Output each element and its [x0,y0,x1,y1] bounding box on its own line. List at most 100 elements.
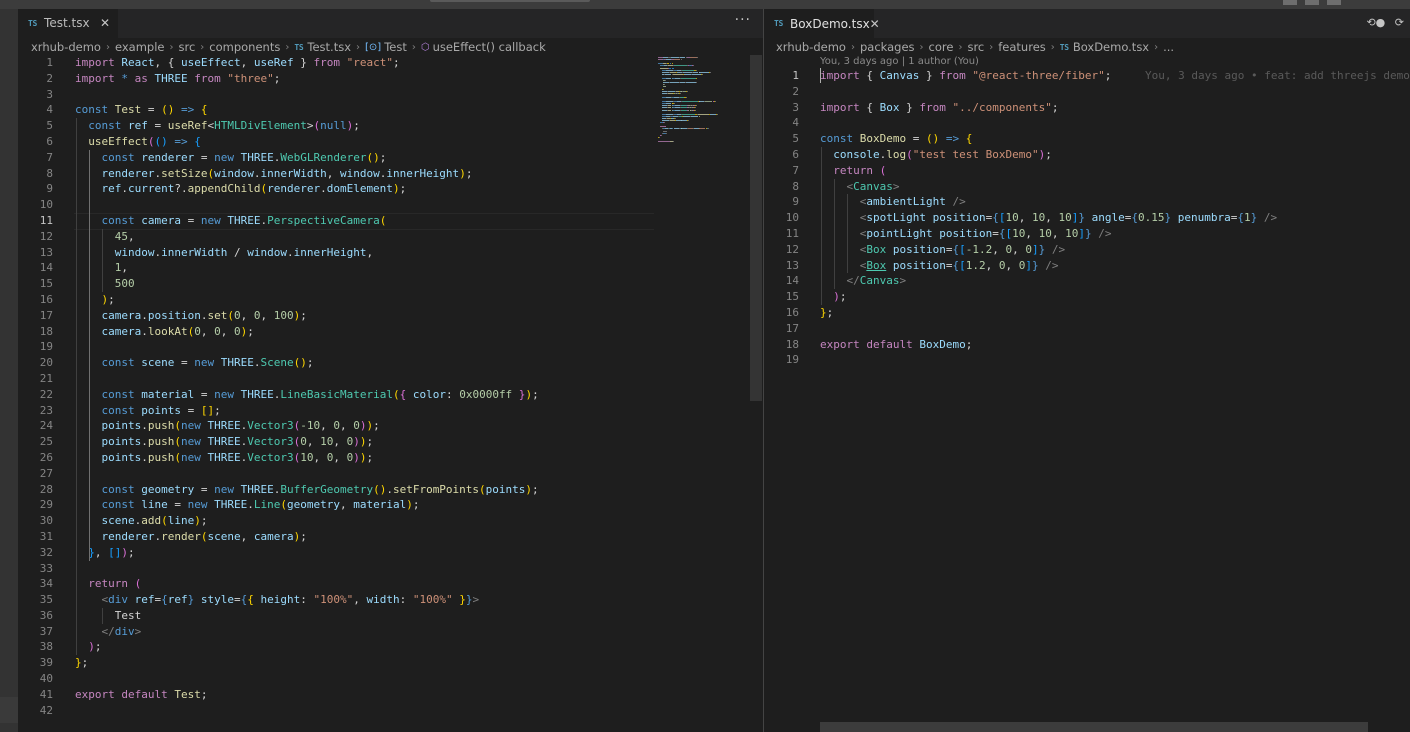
breadcrumb-item[interactable]: components [209,40,280,54]
line-number: 24 [39,419,53,433]
more-actions-icon[interactable]: ··· [735,12,751,28]
line-number: 14 [39,261,53,275]
line-number: 22 [39,387,53,401]
minimap-stripe [674,103,676,105]
line-number: 40 [39,672,53,686]
code-text: ); [101,292,115,306]
minimap-stripe [692,73,702,75]
code-text: 500 [114,277,135,291]
line-number: 34 [39,577,53,591]
line-number: 15 [39,277,53,291]
breadcrumb-item[interactable]: ... [1163,40,1174,54]
tab-label: BoxDemo.tsx [790,16,870,31]
breadcrumb-item[interactable]: packages [860,40,915,54]
minimap-stripe [664,122,666,124]
minimap-stripe [671,63,673,65]
code-text: <Box position={[-1.2, 0, 0]} /> [859,242,1066,256]
code-text: points.push(new THREE.Vector3(10, 0, 0))… [101,450,374,464]
indent-guide [821,147,822,305]
line-number: 2 [792,84,799,98]
code-text: </div> [101,624,142,638]
breadcrumb-item[interactable]: useEffect() callback [433,40,546,54]
codelens-blame[interactable]: You, 3 days ago | 1 author (You) [820,56,979,67]
line-number: 12 [785,242,799,256]
minimap-stripe [683,71,693,73]
breadcrumb-item[interactable]: features [998,40,1046,54]
chevron-right-icon: › [200,41,205,53]
code-text: <spotLight position={[10, 10, 10]} angle… [859,211,1278,225]
code-text: renderer.setSize(window.innerWidth, wind… [101,166,473,180]
line-number: 19 [39,340,53,354]
minimap-stripe [662,88,664,90]
minimap-stripe [707,128,709,130]
indent-guide [834,178,835,290]
activity-item-selected[interactable] [0,697,18,723]
minimap-stripe [661,71,669,73]
minimap-stripe [702,73,703,75]
minimap-stripe [668,67,671,69]
code-text: <Box position={[1.2, 0, 0]} /> [859,258,1059,272]
minimap-stripe [663,130,667,132]
line-number: 14 [785,274,799,288]
breadcrumb-item[interactable]: example [115,40,165,54]
line-number: 27 [39,466,53,480]
tab-test-tsx[interactable]: TS Test.tsx ✕ [18,9,118,38]
close-icon[interactable]: ✕ [870,17,880,31]
code-text: window.innerWidth / window.innerHeight, [114,245,374,259]
code-text: const camera = new THREE.PerspectiveCame… [101,213,387,227]
typescript-icon: TS [28,18,38,28]
breadcrumb-item[interactable]: src [967,40,984,54]
minimap-stripe [665,80,667,82]
tab-boxdemo-tsx[interactable]: TS BoxDemo.tsx ✕ [764,9,880,38]
minimap-stripe [666,132,667,134]
code-text: </Canvas> [846,274,907,288]
code-text: points.push(new THREE.Vector3(-10, 0, 0)… [101,419,380,433]
code-text: const geometry = new THREE.BufferGeometr… [101,482,539,496]
breadcrumb-item[interactable]: xrhub-demo [776,40,846,54]
line-number: 1 [792,69,799,82]
minimap-stripe [667,63,669,65]
breadcrumb-item[interactable]: core [929,40,954,54]
minimap-stripe [664,84,666,86]
revert-icon[interactable]: ⟳ [1395,16,1404,29]
close-icon[interactable]: ✕ [100,16,110,30]
layout-control-icon[interactable] [1327,0,1341,5]
breadcrumb-item[interactable]: src [178,40,195,54]
indent-guide [102,228,103,292]
breadcrumb-item[interactable]: Test [384,40,407,54]
minimap-stripe [682,113,695,115]
minimap-stripe [682,69,694,71]
layout-control-icon[interactable] [1283,0,1297,5]
minimap-stripe [695,69,697,71]
line-number: 31 [39,529,53,543]
code-text: const material = new THREE.LineBasicMate… [101,387,539,401]
minimap-stripe [697,113,710,115]
line-number: 6 [792,147,799,161]
minimap-stripe [667,90,676,92]
inline-blame: You, 3 days ago • feat: add threejs demo [1145,69,1410,82]
title-bar [0,0,1410,9]
breadcrumb-item[interactable]: xrhub-demo [31,40,101,54]
git-compare-icon[interactable]: ⟲● [1366,16,1385,29]
minimap-stripe [691,115,699,117]
typescript-icon: TS [294,42,304,52]
chevron-right-icon: › [356,41,360,53]
minimap-stripe [696,57,698,58]
minimap-stripe [682,101,698,103]
chevron-right-icon: › [285,41,290,53]
layout-control-icon[interactable] [1305,0,1319,5]
code-text: return ( [88,577,142,591]
breadcrumb-item[interactable]: BoxDemo.tsx [1073,40,1149,54]
vertical-scrollbar[interactable] [750,55,762,401]
code-text: ); [88,640,102,654]
minimap-stripe [679,57,685,58]
line-number: 38 [39,640,53,654]
line-number: 26 [39,450,53,464]
line-number: 3 [792,100,799,114]
horizontal-scrollbar[interactable] [820,722,1368,732]
line-number: 13 [39,245,53,259]
code-text: Test [75,608,142,622]
minimap[interactable] [658,57,753,152]
breadcrumb-item[interactable]: Test.tsx [307,40,351,54]
chevron-right-icon: › [411,41,416,53]
